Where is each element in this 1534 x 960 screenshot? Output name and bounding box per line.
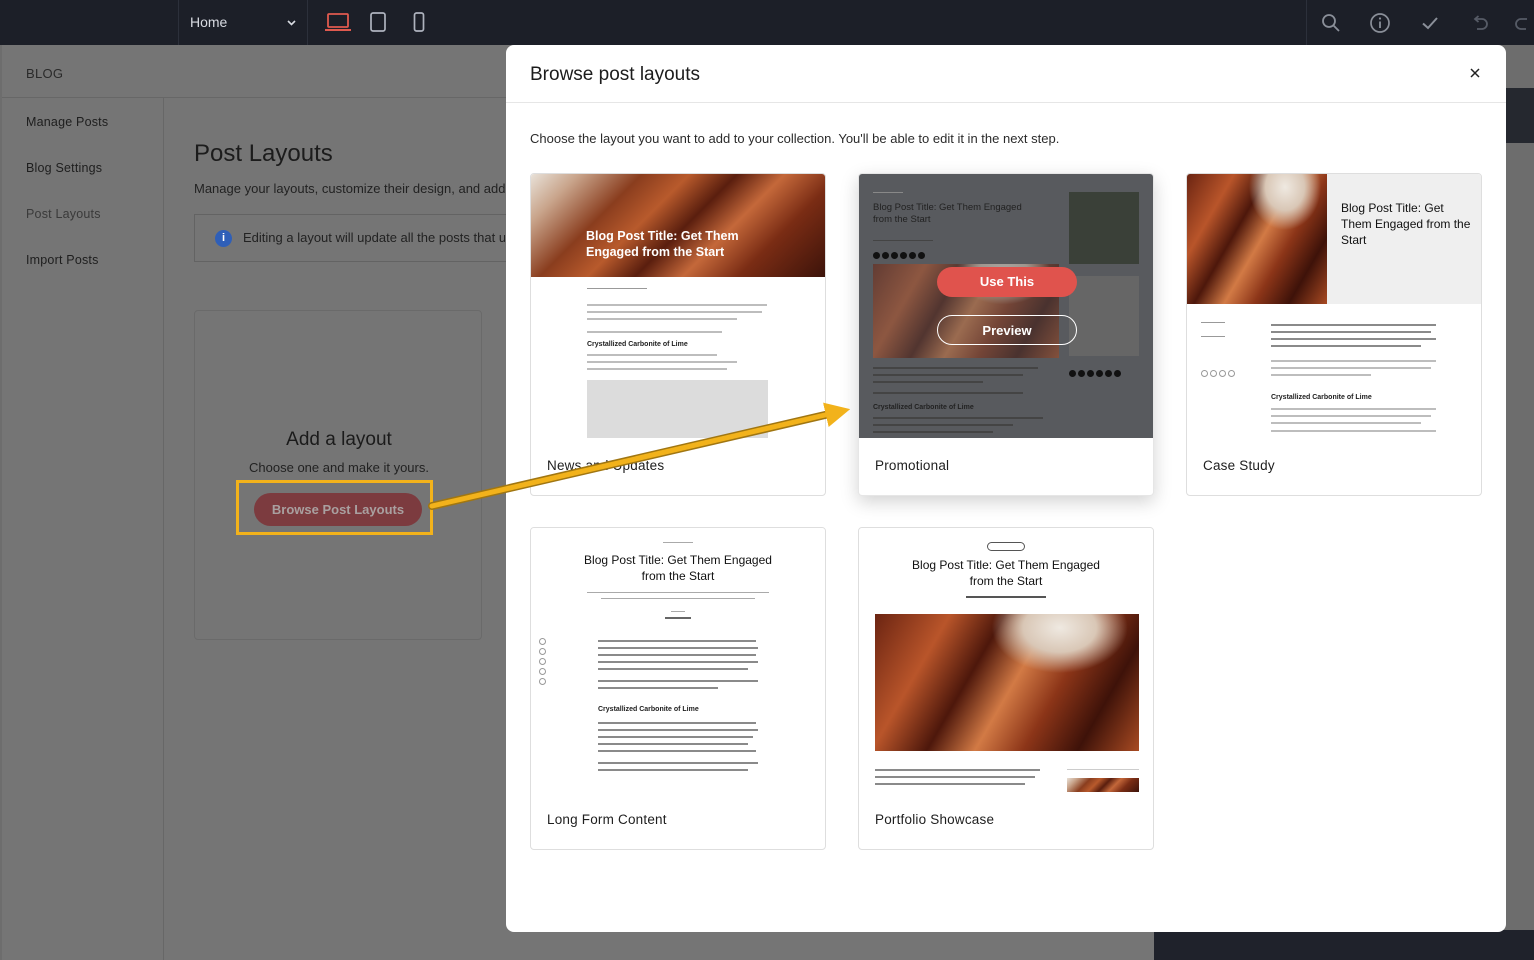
annotation-arrow bbox=[428, 402, 851, 510]
